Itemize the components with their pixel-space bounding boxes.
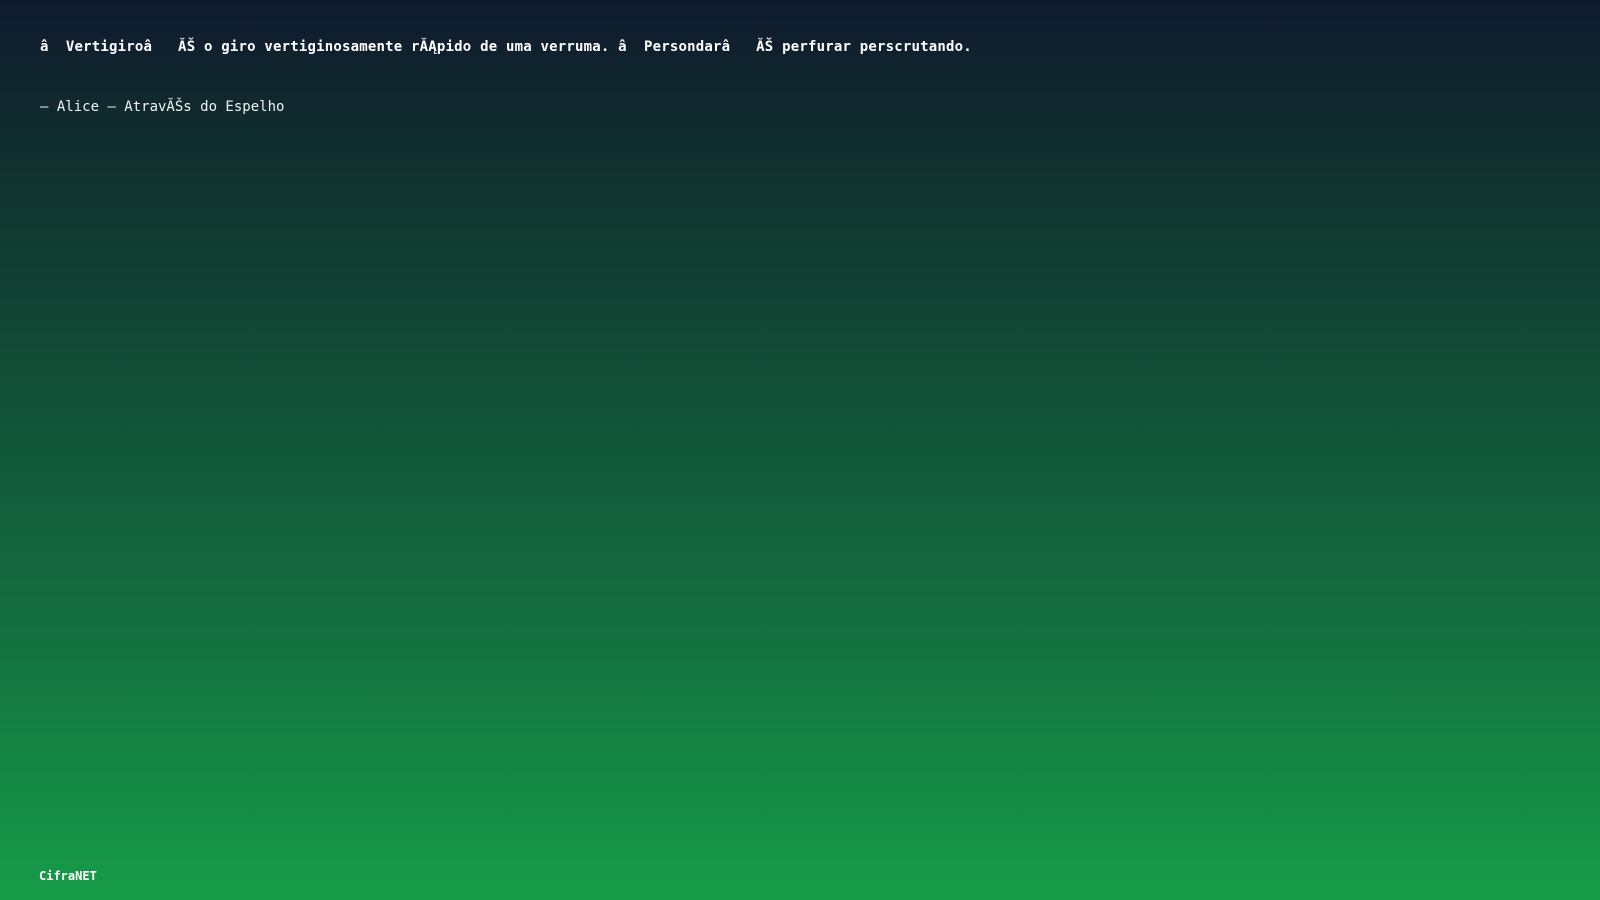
- brand-label: CifraNET: [39, 869, 97, 883]
- quote-text: â Vertigiroâ ĂŠ o giro vertiginosamente …: [40, 39, 972, 55]
- quote-source: – Alice – AtravĂŠs do Espelho: [40, 99, 285, 115]
- quote-screen: â Vertigiroâ ĂŠ o giro vertiginosamente …: [0, 0, 1600, 900]
